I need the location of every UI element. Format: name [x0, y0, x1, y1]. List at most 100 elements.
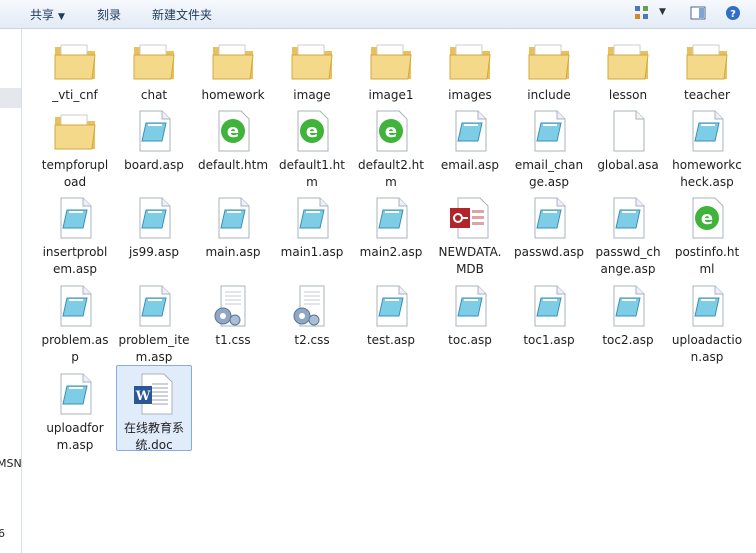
file-item[interactable]: lesson: [591, 33, 665, 104]
asp-file-icon: [534, 197, 566, 239]
nav-selected-item[interactable]: [0, 88, 21, 108]
asp-file-icon: [60, 373, 92, 415]
dropdown-arrow-icon: ▼: [58, 12, 65, 22]
share-menu-button[interactable]: 共享 ▼: [30, 6, 65, 23]
file-item[interactable]: uploadaction.asp: [670, 278, 744, 366]
asp-file-icon: [218, 197, 250, 239]
file-name-label: 在线教育系统.doc: [123, 421, 184, 452]
file-item[interactable]: chat: [117, 33, 191, 104]
file-item[interactable]: problem.asp: [38, 278, 112, 366]
preview-pane-icon[interactable]: [690, 5, 706, 21]
mdb-file-icon: [450, 197, 489, 239]
svg-text:?: ?: [730, 9, 736, 20]
file-item[interactable]: homeworkcheck.asp: [670, 103, 744, 191]
view-options-arrow-icon[interactable]: ▼: [659, 7, 666, 17]
file-item[interactable]: _vti_cnf: [38, 33, 112, 104]
asp-file-icon: [455, 285, 487, 327]
svg-text:e: e: [385, 121, 397, 142]
file-item[interactable]: passwd.asp: [512, 190, 586, 261]
file-item[interactable]: problem_item.asp: [117, 278, 191, 366]
new-folder-button[interactable]: 新建文件夹: [152, 6, 212, 23]
file-item[interactable]: toc.asp: [433, 278, 507, 349]
file-item[interactable]: images: [433, 33, 507, 104]
file-item[interactable]: W 在线教育系统.doc: [116, 365, 192, 452]
file-name-label: postinfo.html: [674, 245, 740, 276]
file-item[interactable]: e default2.htm: [354, 103, 428, 191]
file-name-label: NEWDATA.MDB: [438, 245, 502, 276]
asp-file-icon: [60, 285, 92, 327]
file-item[interactable]: image: [275, 33, 349, 104]
nav-item-6[interactable]: 6: [0, 527, 5, 540]
file-name-label: default1.htm: [279, 158, 345, 189]
folder-file-icon: [212, 44, 254, 80]
file-item[interactable]: main1.asp: [275, 190, 349, 261]
file-name-label: global.asa: [597, 158, 659, 172]
file-name-label: problem_item.asp: [118, 333, 190, 364]
htm-file-icon: e: [218, 110, 250, 152]
file-name-label: email_change.asp: [514, 158, 584, 189]
asp-file-icon: [692, 285, 724, 327]
folder-file-icon: [686, 44, 728, 80]
folder-file-icon: [133, 44, 175, 80]
htm-file-icon: e: [376, 110, 408, 152]
file-item[interactable]: homework: [196, 33, 270, 104]
file-item[interactable]: test.asp: [354, 278, 428, 349]
file-item[interactable]: image1: [354, 33, 428, 104]
asp-file-icon: [139, 110, 171, 152]
file-item[interactable]: main2.asp: [354, 190, 428, 261]
doc-file-icon: W: [134, 373, 173, 415]
file-name-label: uploadaction.asp: [671, 333, 743, 364]
asp-file-icon: [376, 285, 408, 327]
file-name-label: images: [448, 88, 492, 102]
file-name-label: default2.htm: [358, 158, 424, 189]
file-name-label: include: [527, 88, 571, 102]
change-view-icon[interactable]: [634, 5, 650, 21]
file-name-label: chat: [140, 88, 168, 102]
file-item[interactable]: main.asp: [196, 190, 270, 261]
file-item[interactable]: email_change.asp: [512, 103, 586, 191]
file-name-label: uploadform.asp: [46, 421, 104, 452]
folder-file-icon: [291, 44, 333, 80]
file-item[interactable]: global.asa: [591, 103, 665, 174]
file-name-label: homeworkcheck.asp: [672, 158, 742, 189]
nav-item-msn[interactable]: MSN: [0, 457, 21, 470]
svg-text:e: e: [306, 121, 318, 142]
share-label: 共享: [30, 8, 55, 22]
file-name-label: main.asp: [205, 245, 261, 259]
burn-button[interactable]: 刻录: [97, 6, 121, 23]
file-item[interactable]: teacher: [670, 33, 744, 104]
asp-file-icon: [139, 285, 171, 327]
file-item[interactable]: passwd_change.asp: [591, 190, 665, 278]
folder-file-icon: [449, 44, 491, 80]
file-item[interactable]: tempforupload: [38, 103, 112, 191]
file-item[interactable]: e postinfo.html: [670, 190, 744, 278]
file-name-label: toc1.asp: [523, 333, 575, 347]
help-icon[interactable]: ?: [725, 5, 741, 21]
command-bar: 共享 ▼ 刻录 新建文件夹 ▼ ?: [0, 0, 756, 29]
file-name-label: default.htm: [197, 158, 269, 172]
asp-file-icon: [376, 197, 408, 239]
file-item[interactable]: t1.css: [196, 278, 270, 349]
file-item[interactable]: include: [512, 33, 586, 104]
file-name-label: board.asp: [124, 158, 184, 172]
css-file-icon: [214, 285, 246, 327]
file-name-label: tempforupload: [41, 158, 109, 189]
file-name-label: toc.asp: [448, 333, 492, 347]
file-item[interactable]: NEWDATA.MDB: [433, 190, 507, 278]
file-item[interactable]: t2.css: [275, 278, 349, 349]
file-item[interactable]: toc1.asp: [512, 278, 586, 349]
htm-file-icon: e: [692, 197, 724, 239]
file-name-label: passwd_change.asp: [595, 245, 661, 276]
file-item[interactable]: uploadform.asp: [38, 366, 112, 454]
svg-text:e: e: [701, 208, 713, 229]
file-item[interactable]: board.asp: [117, 103, 191, 174]
file-item[interactable]: email.asp: [433, 103, 507, 174]
file-item[interactable]: e default1.htm: [275, 103, 349, 191]
file-name-label: problem.asp: [41, 333, 109, 364]
asp-file-icon: [613, 285, 645, 327]
file-item[interactable]: e default.htm: [196, 103, 270, 174]
asp-file-icon: [613, 197, 645, 239]
file-item[interactable]: js99.asp: [117, 190, 191, 261]
file-item[interactable]: toc2.asp: [591, 278, 665, 349]
file-item[interactable]: insertproblem.asp: [38, 190, 112, 278]
